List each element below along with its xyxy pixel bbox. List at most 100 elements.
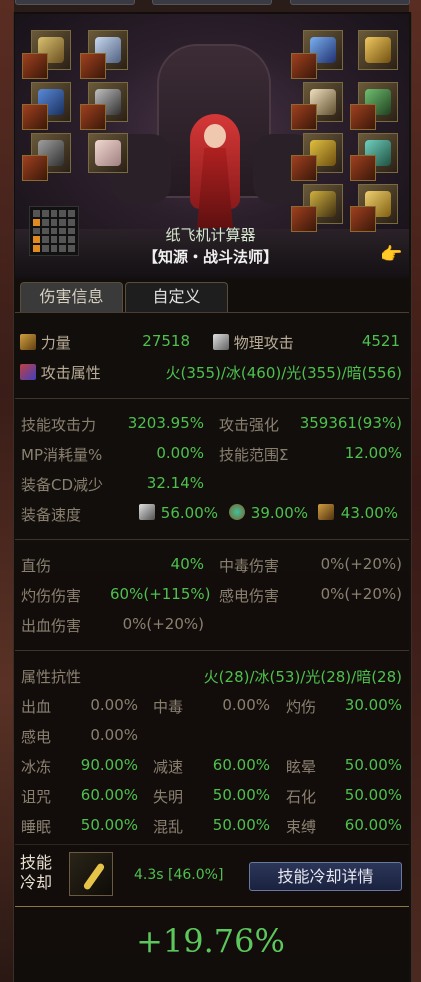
equip-cd-value: 32.14% xyxy=(146,474,204,492)
move-speed xyxy=(318,504,334,522)
poison-damage-value: 0%(+20%) xyxy=(320,555,402,573)
phys-atk-row: 物理攻击 xyxy=(213,332,294,353)
total-cooldown-value: +19.76% xyxy=(136,922,285,960)
resist-stun-label: 眩晕 xyxy=(286,758,317,776)
emblem-slot-7[interactable] xyxy=(291,104,317,130)
resist-shock-label: 感电 xyxy=(21,728,52,746)
resist-title: 属性抗性 xyxy=(21,668,82,686)
tab-damage-info[interactable]: 伤害信息 xyxy=(20,282,123,312)
shock-damage-label: 感电伤害 xyxy=(219,587,280,605)
mp-cost-value: 0.00% xyxy=(156,444,204,462)
resist-blind-value: 50.00% xyxy=(212,786,270,804)
divider xyxy=(15,539,409,540)
tab-bar: 伤害信息 自定义 xyxy=(15,280,409,313)
burn-damage-value: 60%(+115%) xyxy=(110,585,211,603)
direct-damage-value: 40% xyxy=(170,555,204,573)
character-face xyxy=(204,124,226,148)
emblem-slot-4[interactable] xyxy=(80,104,106,130)
resist-burn-label: 灼伤 xyxy=(286,698,317,716)
resist-confuse-label: 混乱 xyxy=(153,818,184,836)
skill-slot[interactable] xyxy=(69,852,113,896)
direct-damage-label: 直伤 xyxy=(21,557,52,575)
resist-bleed-value: 0.00% xyxy=(90,696,138,714)
emblem-slot-6[interactable] xyxy=(291,53,317,79)
tab-custom[interactable]: 自定义 xyxy=(125,282,228,312)
background-art-left xyxy=(0,0,14,982)
emblem-slot-1[interactable] xyxy=(22,53,48,79)
emblem-slot-5[interactable] xyxy=(22,155,48,181)
resist-bind-value: 60.00% xyxy=(344,816,402,834)
emblem-slot-3[interactable] xyxy=(22,104,48,130)
pointing-hand-icon[interactable]: 👉 xyxy=(380,244,402,265)
emblem-slot-8[interactable] xyxy=(350,104,376,130)
sword-icon xyxy=(213,334,229,350)
atk-boost-value: 359361(93%) xyxy=(299,414,402,432)
cooldown-label-line1: 技能 xyxy=(20,853,53,872)
resist-stun-value: 50.00% xyxy=(344,756,402,774)
divider xyxy=(15,650,409,651)
resist-elements: 火(28)/冰(53)/光(28)/暗(28) xyxy=(203,668,402,686)
cast-speed xyxy=(229,504,245,522)
skill-atk-label: 技能攻击力 xyxy=(21,416,97,434)
cooldown-value: 4.3s [46.0%] xyxy=(134,867,224,883)
strength-icon xyxy=(20,334,36,350)
top-button-2[interactable] xyxy=(152,0,272,5)
bleed-damage-label: 出血伤害 xyxy=(21,617,82,635)
resist-freeze-label: 冰冻 xyxy=(21,758,52,776)
attack-speed-value: 56.00% xyxy=(160,504,218,522)
poison-damage-label: 中毒伤害 xyxy=(219,557,280,575)
top-button-1[interactable] xyxy=(15,0,135,5)
resist-poison-value: 0.00% xyxy=(222,696,270,714)
skill-range-label: 技能范围Σ xyxy=(219,446,289,464)
resist-shock-value: 0.00% xyxy=(90,726,138,744)
emblem-slot-2[interactable] xyxy=(80,53,106,79)
cooldown-label: 技能 冷却 xyxy=(20,853,52,893)
cooldown-detail-button[interactable]: 技能冷却详情 xyxy=(249,862,402,891)
phys-atk-label: 物理攻击 xyxy=(233,334,294,352)
calculator-name: 纸飞机计算器 xyxy=(165,226,256,244)
equip-slot-bracelet[interactable] xyxy=(358,30,398,70)
resist-curse-label: 诅咒 xyxy=(21,788,52,806)
attack-attribute-label: 攻击属性 xyxy=(40,364,101,382)
resist-bind-label: 束缚 xyxy=(286,818,317,836)
attack-attribute-row: 攻击属性 xyxy=(20,362,101,383)
divider-gold xyxy=(15,906,409,907)
resist-slow-label: 减速 xyxy=(153,758,184,776)
resist-confuse-value: 50.00% xyxy=(212,816,270,834)
attack-speed-icon xyxy=(139,504,155,520)
divider xyxy=(15,398,409,399)
resist-slow-value: 60.00% xyxy=(212,756,270,774)
resist-blind-label: 失明 xyxy=(153,788,184,806)
bleed-damage-value: 0%(+20%) xyxy=(122,615,204,633)
attack-speed xyxy=(139,504,155,522)
move-speed-icon xyxy=(318,504,334,520)
cooldown-label-line2: 冷却 xyxy=(20,873,53,892)
emblem-slot-10[interactable] xyxy=(350,155,376,181)
burn-damage-label: 灼伤伤害 xyxy=(21,587,82,605)
resist-poison-label: 中毒 xyxy=(153,698,184,716)
resist-sleep-value: 50.00% xyxy=(80,816,138,834)
strength-value: 27518 xyxy=(142,332,190,350)
equip-slot-avatar[interactable] xyxy=(88,133,128,173)
top-button-3[interactable] xyxy=(290,0,410,5)
mp-cost-label: MP消耗量% xyxy=(21,446,103,464)
resist-petrify-label: 石化 xyxy=(286,788,317,806)
element-icon xyxy=(20,364,36,380)
cast-speed-value: 39.00% xyxy=(250,504,308,522)
equip-cd-label: 装备CD减少 xyxy=(21,476,104,494)
bat-icon xyxy=(82,862,106,891)
atk-boost-label: 攻击强化 xyxy=(219,416,280,434)
shock-damage-value: 0%(+20%) xyxy=(320,585,402,603)
equip-speed-label: 装备速度 xyxy=(21,506,82,524)
resist-petrify-value: 50.00% xyxy=(344,786,402,804)
resist-sleep-label: 睡眠 xyxy=(21,818,52,836)
cast-speed-icon xyxy=(229,504,245,520)
move-speed-value: 43.00% xyxy=(340,504,398,522)
emblem-slot-9[interactable] xyxy=(291,155,317,181)
resist-burn-value: 30.00% xyxy=(344,696,402,714)
skill-atk-value: 3203.95% xyxy=(127,414,204,432)
resist-curse-value: 60.00% xyxy=(80,786,138,804)
resist-bleed-label: 出血 xyxy=(21,698,52,716)
resist-freeze-value: 90.00% xyxy=(80,756,138,774)
attack-attribute-value: 火(355)/冰(460)/光(355)/暗(556) xyxy=(165,364,403,382)
